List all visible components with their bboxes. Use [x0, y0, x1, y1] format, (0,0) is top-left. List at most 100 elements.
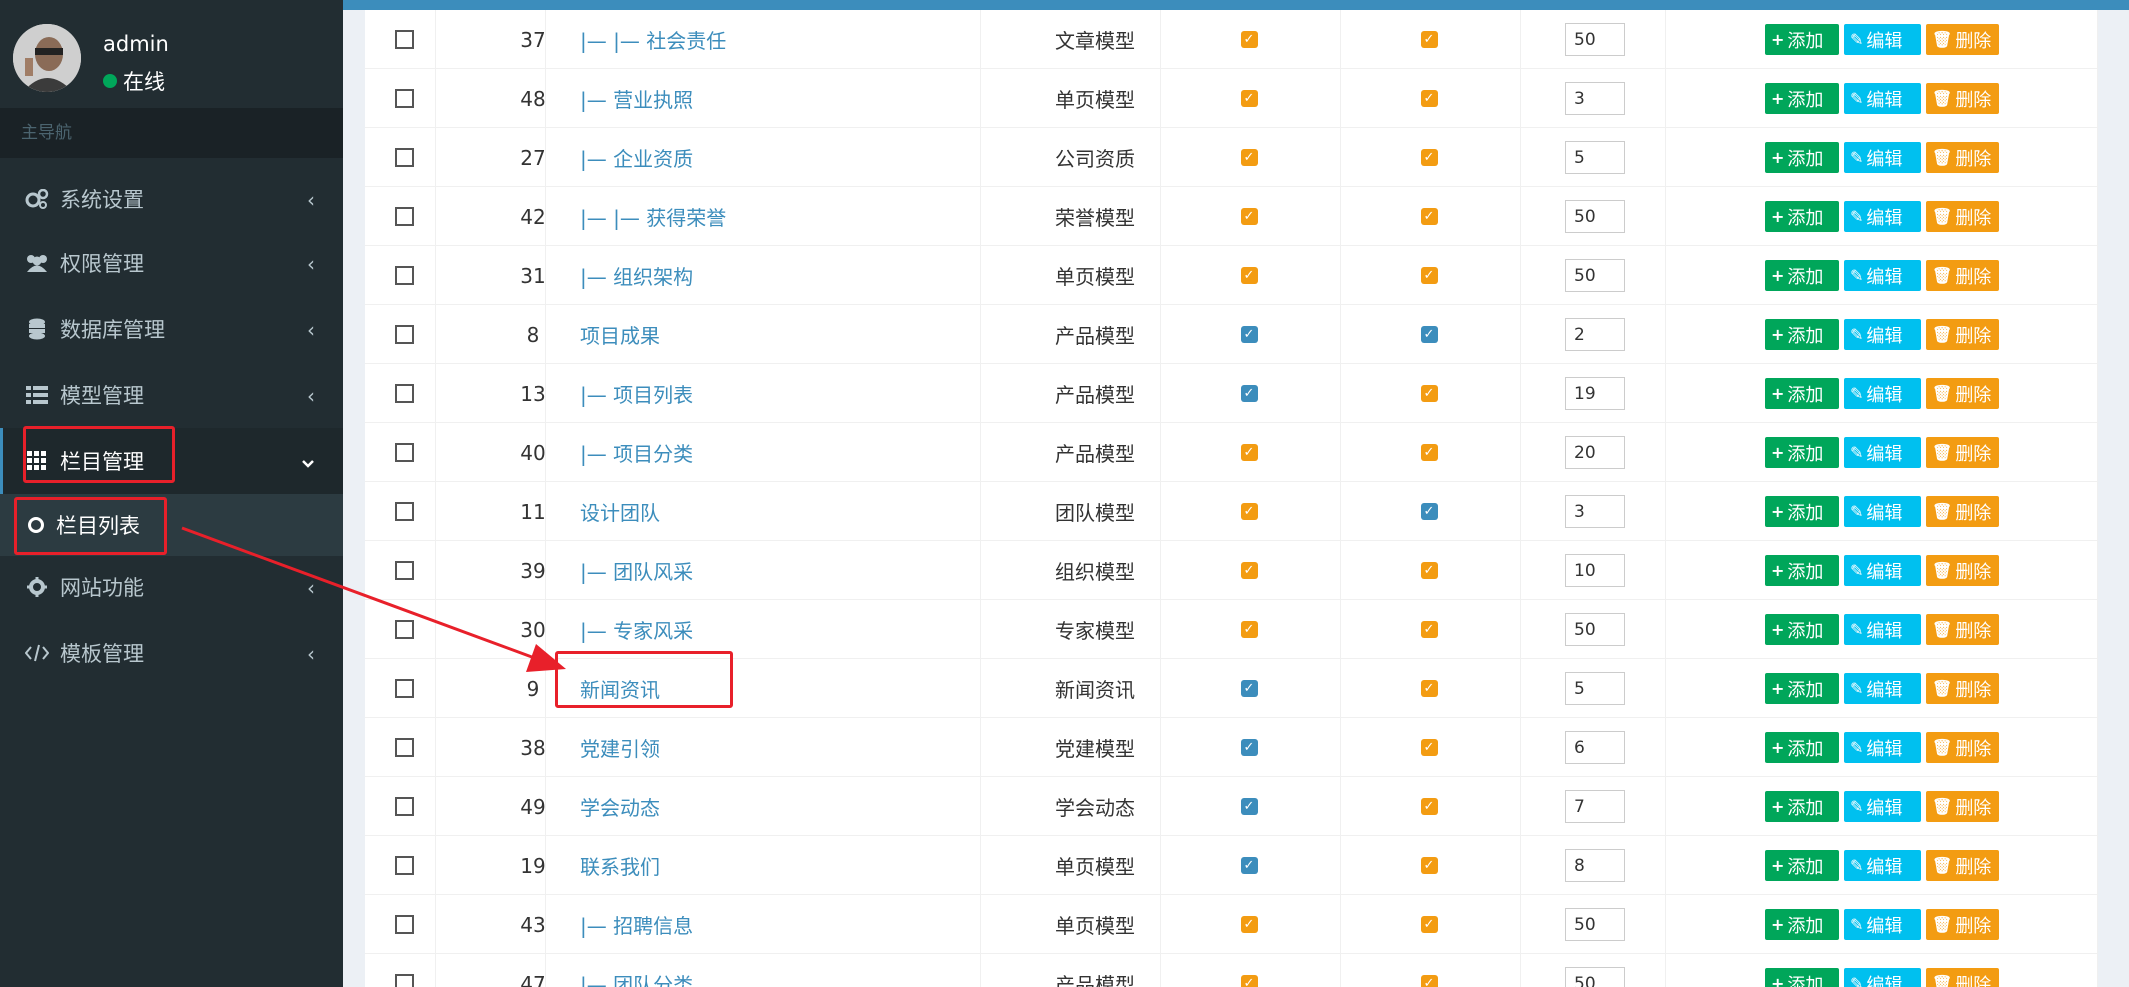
add-button[interactable]: + 添加	[1765, 83, 1839, 114]
sort-order-input[interactable]	[1565, 377, 1625, 410]
nav-toggle-checkbox[interactable]: ✓	[1240, 916, 1258, 933]
delete-button[interactable]: 🗑 删除	[1926, 83, 1999, 114]
edit-button[interactable]: ✎ 编辑	[1844, 83, 1921, 114]
add-button[interactable]: + 添加	[1765, 260, 1839, 291]
row-select-checkbox[interactable]	[394, 561, 414, 580]
delete-button[interactable]: 🗑 删除	[1926, 437, 1999, 468]
row-select-checkbox[interactable]	[394, 325, 414, 344]
row-name-link[interactable]: 设计团队	[580, 482, 980, 541]
nav-toggle-checkbox[interactable]: ✓	[1240, 975, 1258, 987]
row-name-link[interactable]: |— 营业执照	[580, 69, 980, 128]
sort-order-input[interactable]	[1565, 672, 1625, 705]
sidebar-item-permissions[interactable]: 权限管理 ‹	[0, 230, 343, 296]
edit-button[interactable]: ✎ 编辑	[1844, 201, 1921, 232]
row-name-link[interactable]: |— 团队风采	[580, 541, 980, 600]
edit-button[interactable]: ✎ 编辑	[1844, 555, 1921, 586]
sort-order-input[interactable]	[1565, 82, 1625, 115]
sidebar-item-site-features[interactable]: 网站功能 ‹	[0, 554, 343, 620]
show-toggle-checkbox[interactable]: ✓	[1420, 621, 1438, 638]
nav-toggle-checkbox[interactable]: ✓	[1240, 31, 1258, 48]
sidebar-item-models[interactable]: 模型管理 ‹	[0, 362, 343, 428]
show-toggle-checkbox[interactable]: ✓	[1420, 503, 1438, 520]
sort-order-input[interactable]	[1565, 967, 1625, 987]
row-select-checkbox[interactable]	[394, 738, 414, 757]
row-select-checkbox[interactable]	[394, 797, 414, 816]
show-toggle-checkbox[interactable]: ✓	[1420, 31, 1438, 48]
row-name-link[interactable]: |— 组织架构	[580, 246, 980, 305]
show-toggle-checkbox[interactable]: ✓	[1420, 90, 1438, 107]
edit-button[interactable]: ✎ 编辑	[1844, 496, 1921, 527]
row-select-checkbox[interactable]	[394, 502, 414, 521]
sort-order-input[interactable]	[1565, 613, 1625, 646]
sort-order-input[interactable]	[1565, 141, 1625, 174]
delete-button[interactable]: 🗑 删除	[1926, 791, 1999, 822]
sort-order-input[interactable]	[1565, 790, 1625, 823]
delete-button[interactable]: 🗑 删除	[1926, 496, 1999, 527]
delete-button[interactable]: 🗑 删除	[1926, 378, 1999, 409]
sort-order-input[interactable]	[1565, 554, 1625, 587]
show-toggle-checkbox[interactable]: ✓	[1420, 916, 1438, 933]
edit-button[interactable]: ✎ 编辑	[1844, 673, 1921, 704]
row-select-checkbox[interactable]	[394, 679, 414, 698]
nav-toggle-checkbox[interactable]: ✓	[1240, 149, 1258, 166]
row-select-checkbox[interactable]	[394, 443, 414, 462]
row-select-checkbox[interactable]	[394, 89, 414, 108]
delete-button[interactable]: 🗑 删除	[1926, 260, 1999, 291]
nav-toggle-checkbox[interactable]: ✓	[1240, 326, 1258, 343]
row-select-checkbox[interactable]	[394, 620, 414, 639]
show-toggle-checkbox[interactable]: ✓	[1420, 149, 1438, 166]
show-toggle-checkbox[interactable]: ✓	[1420, 208, 1438, 225]
show-toggle-checkbox[interactable]: ✓	[1420, 975, 1438, 987]
nav-toggle-checkbox[interactable]: ✓	[1240, 503, 1258, 520]
row-name-link[interactable]: 学会动态	[580, 777, 980, 836]
row-select-checkbox[interactable]	[394, 207, 414, 226]
delete-button[interactable]: 🗑 删除	[1926, 142, 1999, 173]
sidebar-item-templates[interactable]: 模板管理 ‹	[0, 620, 343, 686]
add-button[interactable]: + 添加	[1765, 378, 1839, 409]
row-name-link[interactable]: 党建引领	[580, 718, 980, 777]
add-button[interactable]: + 添加	[1765, 201, 1839, 232]
nav-toggle-checkbox[interactable]: ✓	[1240, 739, 1258, 756]
delete-button[interactable]: 🗑 删除	[1926, 909, 1999, 940]
sort-order-input[interactable]	[1565, 23, 1625, 56]
row-name-link[interactable]: |— 项目列表	[580, 364, 980, 423]
nav-toggle-checkbox[interactable]: ✓	[1240, 798, 1258, 815]
row-name-link[interactable]: |— 项目分类	[580, 423, 980, 482]
nav-toggle-checkbox[interactable]: ✓	[1240, 444, 1258, 461]
add-button[interactable]: + 添加	[1765, 850, 1839, 881]
delete-button[interactable]: 🗑 删除	[1926, 732, 1999, 763]
row-name-link[interactable]: 项目成果	[580, 305, 980, 364]
add-button[interactable]: + 添加	[1765, 791, 1839, 822]
sort-order-input[interactable]	[1565, 849, 1625, 882]
add-button[interactable]: + 添加	[1765, 732, 1839, 763]
edit-button[interactable]: ✎ 编辑	[1844, 791, 1921, 822]
row-name-link[interactable]: |— |— 获得荣誉	[580, 187, 980, 246]
nav-toggle-checkbox[interactable]: ✓	[1240, 90, 1258, 107]
edit-button[interactable]: ✎ 编辑	[1844, 437, 1921, 468]
add-button[interactable]: + 添加	[1765, 968, 1839, 987]
row-select-checkbox[interactable]	[394, 30, 414, 49]
delete-button[interactable]: 🗑 删除	[1926, 555, 1999, 586]
nav-toggle-checkbox[interactable]: ✓	[1240, 385, 1258, 402]
add-button[interactable]: + 添加	[1765, 319, 1839, 350]
sort-order-input[interactable]	[1565, 731, 1625, 764]
sidebar-item-system-settings[interactable]: 系统设置 ‹	[0, 166, 343, 232]
row-select-checkbox[interactable]	[394, 856, 414, 875]
row-name-link[interactable]: |— |— 社会责任	[580, 10, 980, 69]
nav-toggle-checkbox[interactable]: ✓	[1240, 208, 1258, 225]
edit-button[interactable]: ✎ 编辑	[1844, 909, 1921, 940]
show-toggle-checkbox[interactable]: ✓	[1420, 444, 1438, 461]
row-name-link[interactable]: |— 团队分类	[580, 954, 980, 987]
delete-button[interactable]: 🗑 删除	[1926, 850, 1999, 881]
delete-button[interactable]: 🗑 删除	[1926, 319, 1999, 350]
row-name-link[interactable]: 联系我们	[580, 836, 980, 895]
row-select-checkbox[interactable]	[394, 974, 414, 987]
show-toggle-checkbox[interactable]: ✓	[1420, 385, 1438, 402]
sort-order-input[interactable]	[1565, 200, 1625, 233]
add-button[interactable]: + 添加	[1765, 614, 1839, 645]
edit-button[interactable]: ✎ 编辑	[1844, 319, 1921, 350]
edit-button[interactable]: ✎ 编辑	[1844, 24, 1921, 55]
edit-button[interactable]: ✎ 编辑	[1844, 378, 1921, 409]
add-button[interactable]: + 添加	[1765, 496, 1839, 527]
row-name-link[interactable]: |— 企业资质	[580, 128, 980, 187]
